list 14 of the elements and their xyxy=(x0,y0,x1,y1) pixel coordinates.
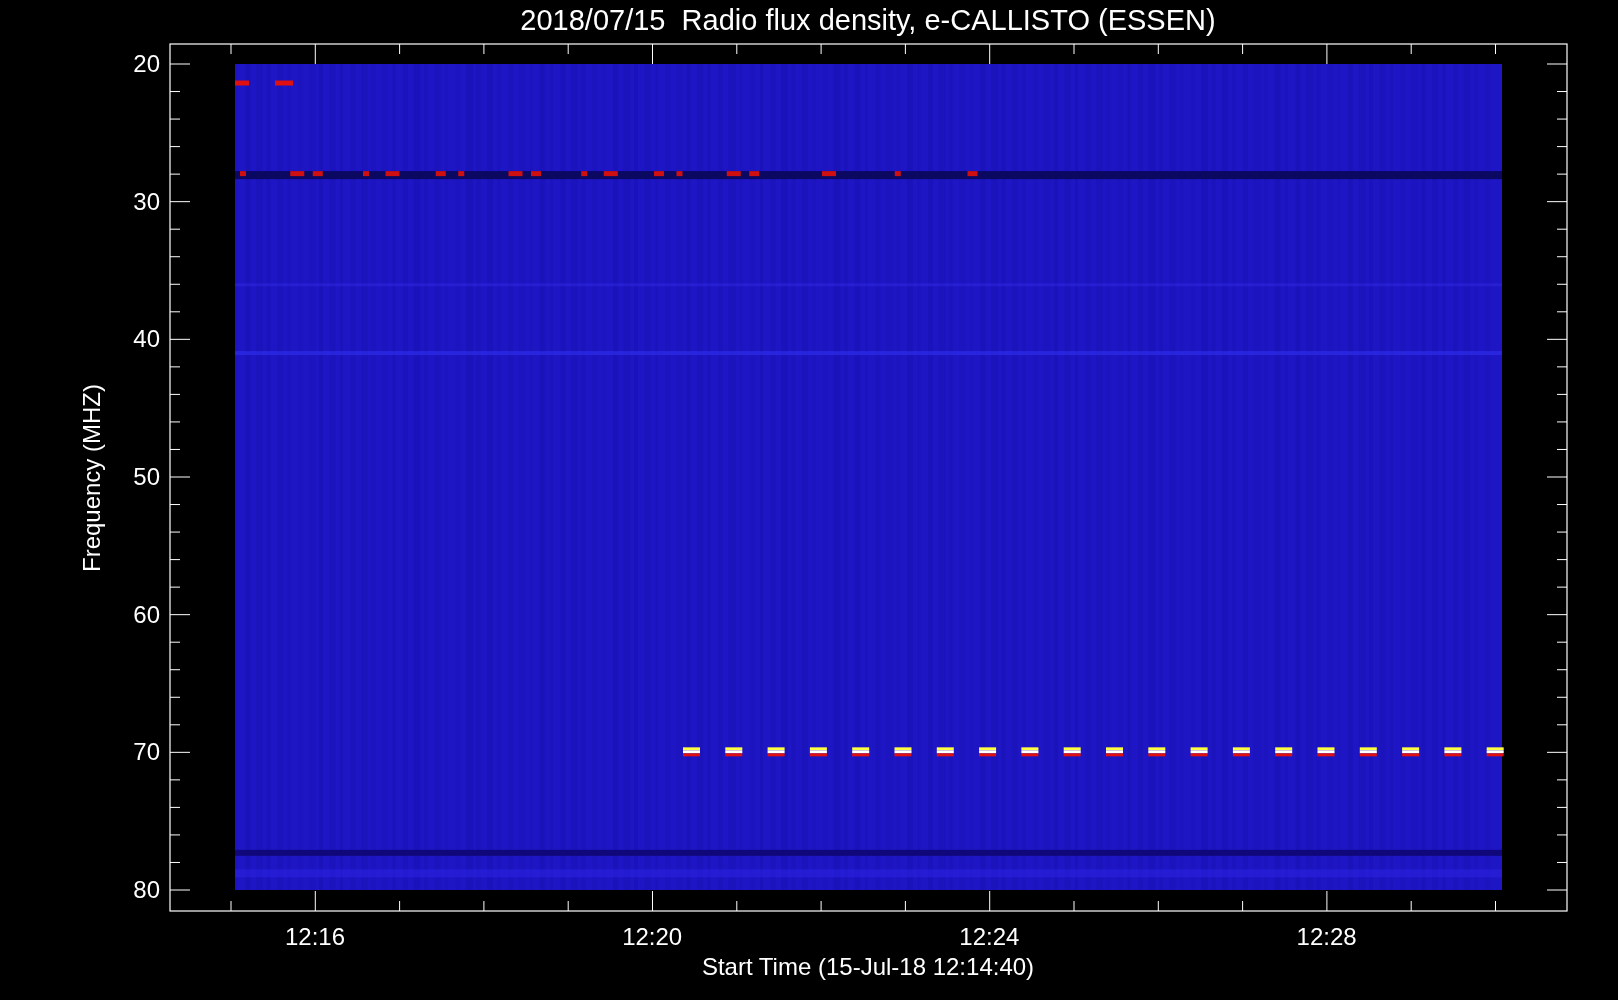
x-tick-label: 12:28 xyxy=(1296,923,1357,950)
y-axis-label: Frequency (MHZ) xyxy=(78,384,105,572)
x-tick-label: 12:16 xyxy=(284,923,346,950)
y-tick-label: 40 xyxy=(133,325,160,353)
x-tick-label: 12:24 xyxy=(959,923,1020,950)
y-tick-label: 30 xyxy=(133,187,160,215)
x-axis-label: Start Time (15-Jul-18 12:14:40) xyxy=(701,953,1035,980)
plot-title: 2018/07/15 Radio flux density, e-CALLISTO (ESSEN) xyxy=(520,4,1216,36)
y-tick-label: 70 xyxy=(133,738,160,766)
y-tick-label: 50 xyxy=(133,463,160,490)
x-tick-label: 12:20 xyxy=(622,923,683,950)
y-tick-label: 20 xyxy=(133,50,160,77)
y-tick-label: 80 xyxy=(133,876,160,903)
y-tick-label: 60 xyxy=(133,600,160,628)
